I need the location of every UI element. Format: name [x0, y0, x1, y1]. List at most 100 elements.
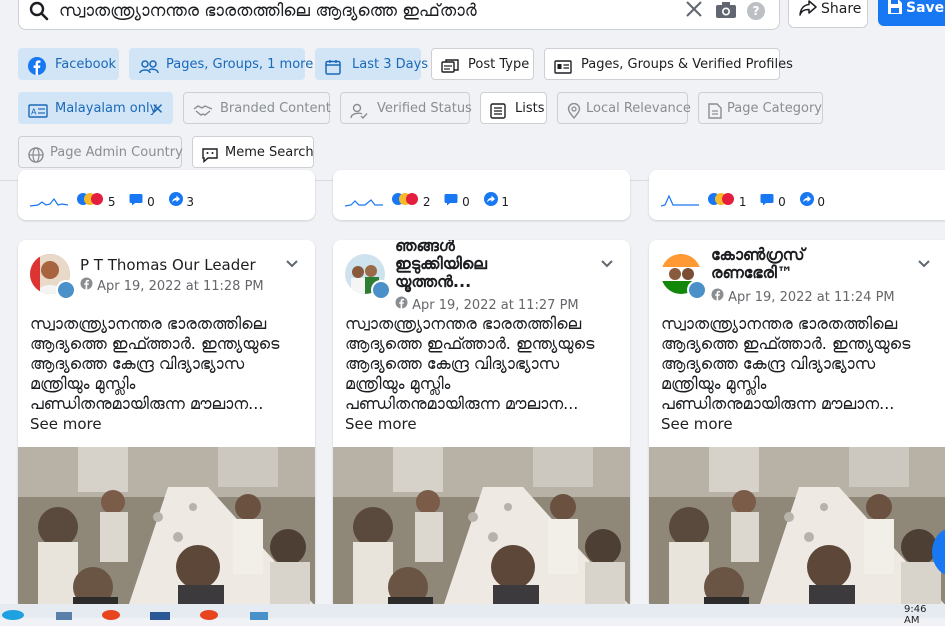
- filter-label: Verified Status: [377, 101, 472, 116]
- post-text-line: മന്ത്രിയും മുസ്ലിം: [661, 374, 767, 393]
- app-icon[interactable]: [250, 612, 268, 620]
- search-box[interactable]: സ്വാതന്ത്ര്യാനന്തര ഭാരതത്തിലെ ആദ്യത്തെ ഇ…: [18, 0, 780, 30]
- filter-local-relevance[interactable]: Local Relevance: [557, 92, 691, 124]
- clear-search-icon[interactable]: [685, 0, 703, 22]
- filter-last-3-days[interactable]: Last 3 Days: [315, 48, 428, 80]
- chevron-down-icon[interactable]: [600, 254, 614, 273]
- see-more-link[interactable]: See more: [30, 415, 102, 433]
- clock[interactable]: 9:46 AM: [904, 604, 945, 626]
- filter-post-type[interactable]: Post Type: [431, 48, 534, 80]
- groups-icon: [139, 56, 159, 88]
- stats-row: 2 0 1: [391, 192, 509, 209]
- post-text-line: പണ്ഡിതനുമായിരുന്ന മൗലാന...: [345, 394, 579, 413]
- post-card[interactable]: ഞങ്ങൾ ഇടുക്കിയിലെ യൂത്തൻ... Apr 19, 2022…: [333, 240, 630, 610]
- post-image[interactable]: [333, 447, 630, 607]
- sparkline-chart: [345, 199, 383, 207]
- post-text: സ്വാതന്ത്ര്യാനന്തര ഭാരതത്തിലെ ആദ്യത്തെ ഇ…: [661, 314, 941, 414]
- verified-badge-icon: [56, 280, 76, 300]
- save-label: Save: [906, 0, 945, 16]
- facebook-icon: [28, 56, 46, 88]
- help-icon[interactable]: ?: [747, 2, 765, 20]
- sparkline-chart: [30, 197, 68, 207]
- post-text-line: സ്വാതന്ത്ര്യാനന്തര ഭാരതത്തിലെ: [30, 314, 267, 333]
- post-card-partial: 2 0 1: [333, 170, 630, 220]
- post-text-line: സ്വാതന്ത്ര്യാനന്തര ഭാരതത്തിലെ: [345, 314, 582, 333]
- post-date[interactable]: Apr 19, 2022 at 11:28 PM: [80, 277, 264, 294]
- calendar-icon: [325, 56, 341, 88]
- app-icon[interactable]: [102, 610, 120, 620]
- post-text-line: ആദ്യത്തെ ഇഫ്ത്താർ. ഇന്ത്യയുടെ: [345, 334, 595, 353]
- camera-icon[interactable]: [715, 2, 737, 23]
- filter-facebook[interactable]: Facebook: [18, 48, 119, 80]
- share-count-icon: [168, 192, 183, 209]
- page-name-line: കോൺഗ്രസ്: [711, 245, 805, 264]
- search-query[interactable]: സ്വാതന്ത്ര്യാനന്തര ഭാരതത്തിലെ ആദ്യത്തെ ഇ…: [59, 1, 477, 21]
- post-text-line: സ്വാതന്ത്ര്യാനന്തര ഭാരതത്തിലെ: [661, 314, 898, 333]
- filter-meme-search[interactable]: Meme Search: [192, 136, 314, 168]
- save-icon: [887, 0, 903, 19]
- see-more-link[interactable]: See more: [661, 415, 733, 433]
- filter-malayalam-only[interactable]: A Malayalam only ✕: [18, 92, 173, 124]
- share-icon: [799, 0, 817, 20]
- location-icon: [567, 100, 581, 132]
- post-card[interactable]: P T Thomas Our Leader Apr 19, 2022 at 11…: [18, 240, 315, 610]
- filter-label: Meme Search: [225, 145, 314, 160]
- page-name-line: ഇടുക്കിയിലെ: [395, 254, 487, 273]
- post-text: സ്വാതന്ത്ര്യാനന്തര ഭാരതത്തിലെ ആദ്യത്തെ ഇ…: [30, 314, 310, 414]
- post-text-line: ആദ്യത്തെ കേന്ദ്ര വിദ്യാഭ്യാസ: [345, 354, 560, 373]
- chevron-down-icon[interactable]: [917, 254, 931, 273]
- filter-label: Pages, Groups & Verified Profiles: [581, 57, 793, 72]
- filter-page-admin-country[interactable]: Page Admin Country: [18, 136, 183, 168]
- chevron-down-icon[interactable]: [285, 254, 299, 273]
- filter-label: Branded Content: [220, 101, 331, 116]
- filter-label: Page Admin Country: [50, 145, 183, 160]
- filter-label: Page Category: [727, 101, 822, 116]
- see-more-link[interactable]: See more: [345, 415, 417, 433]
- filter-label: Post Type: [468, 57, 530, 72]
- globe-icon: [711, 288, 724, 305]
- page-name[interactable]: കോൺഗ്രസ് രണഭേരി™: [711, 246, 805, 282]
- verified-user-icon: [350, 100, 368, 132]
- post-date[interactable]: Apr 19, 2022 at 11:27 PM: [395, 296, 579, 313]
- save-button[interactable]: Save: [878, 0, 945, 26]
- taskbar: 9:46 AM: [0, 604, 945, 626]
- filter-branded-content[interactable]: Branded Content: [183, 92, 331, 124]
- filter-lists[interactable]: Lists: [480, 92, 547, 124]
- globe-icon: [80, 277, 93, 294]
- start-icon[interactable]: [2, 610, 24, 620]
- app-icon[interactable]: [56, 612, 72, 620]
- page-name[interactable]: P T Thomas Our Leader: [80, 256, 256, 274]
- filter-panel: Facebook Pages, Groups, 1 more Last 3 Da…: [0, 38, 945, 181]
- share-button[interactable]: Share: [788, 0, 868, 28]
- reactions-icon: [707, 193, 735, 209]
- post-date[interactable]: Apr 19, 2022 at 11:24 PM: [711, 288, 895, 305]
- globe-icon: [395, 296, 408, 313]
- page-name[interactable]: ഞങ്ങൾ ഇടുക്കിയിലെ യൂത്തൻ...: [395, 240, 487, 291]
- post-card[interactable]: കോൺഗ്രസ് രണഭേരി™ Apr 19, 2022 at 11:24 P…: [649, 240, 945, 610]
- filter-pages-groups-verified[interactable]: Pages, Groups & Verified Profiles: [544, 48, 793, 80]
- post-type-icon: [441, 56, 459, 88]
- remove-filter-icon[interactable]: ✕: [151, 93, 164, 125]
- post-card-partial: 5 0 3: [18, 170, 315, 220]
- post-text-line: പണ്ഡിതനുമായിരുന്ന മൗലാന...: [661, 394, 895, 413]
- profiles-icon: [554, 56, 572, 88]
- post-date-text: Apr 19, 2022 at 11:27 PM: [412, 298, 579, 313]
- filter-label: Last 3 Days: [352, 57, 429, 72]
- reaction-count: 5: [107, 195, 116, 209]
- share-count: 3: [186, 195, 195, 209]
- filter-label: Malayalam only: [55, 101, 158, 116]
- app-icon[interactable]: [200, 610, 218, 620]
- filter-pages-groups[interactable]: Pages, Groups, 1 more: [129, 48, 313, 80]
- filter-verified-status[interactable]: Verified Status: [340, 92, 472, 124]
- comment-icon: [444, 194, 458, 209]
- reaction-count: 2: [422, 195, 431, 209]
- handshake-icon: [193, 100, 213, 132]
- post-card-partial: 1 0 0: [649, 170, 945, 220]
- post-image[interactable]: [18, 447, 315, 607]
- app-icon[interactable]: [150, 612, 170, 620]
- filter-page-category[interactable]: Page Category: [698, 92, 823, 124]
- verified-badge-icon: [687, 280, 707, 300]
- reaction-count: 1: [738, 195, 747, 209]
- post-image[interactable]: [649, 447, 945, 607]
- language-icon: A: [28, 100, 48, 132]
